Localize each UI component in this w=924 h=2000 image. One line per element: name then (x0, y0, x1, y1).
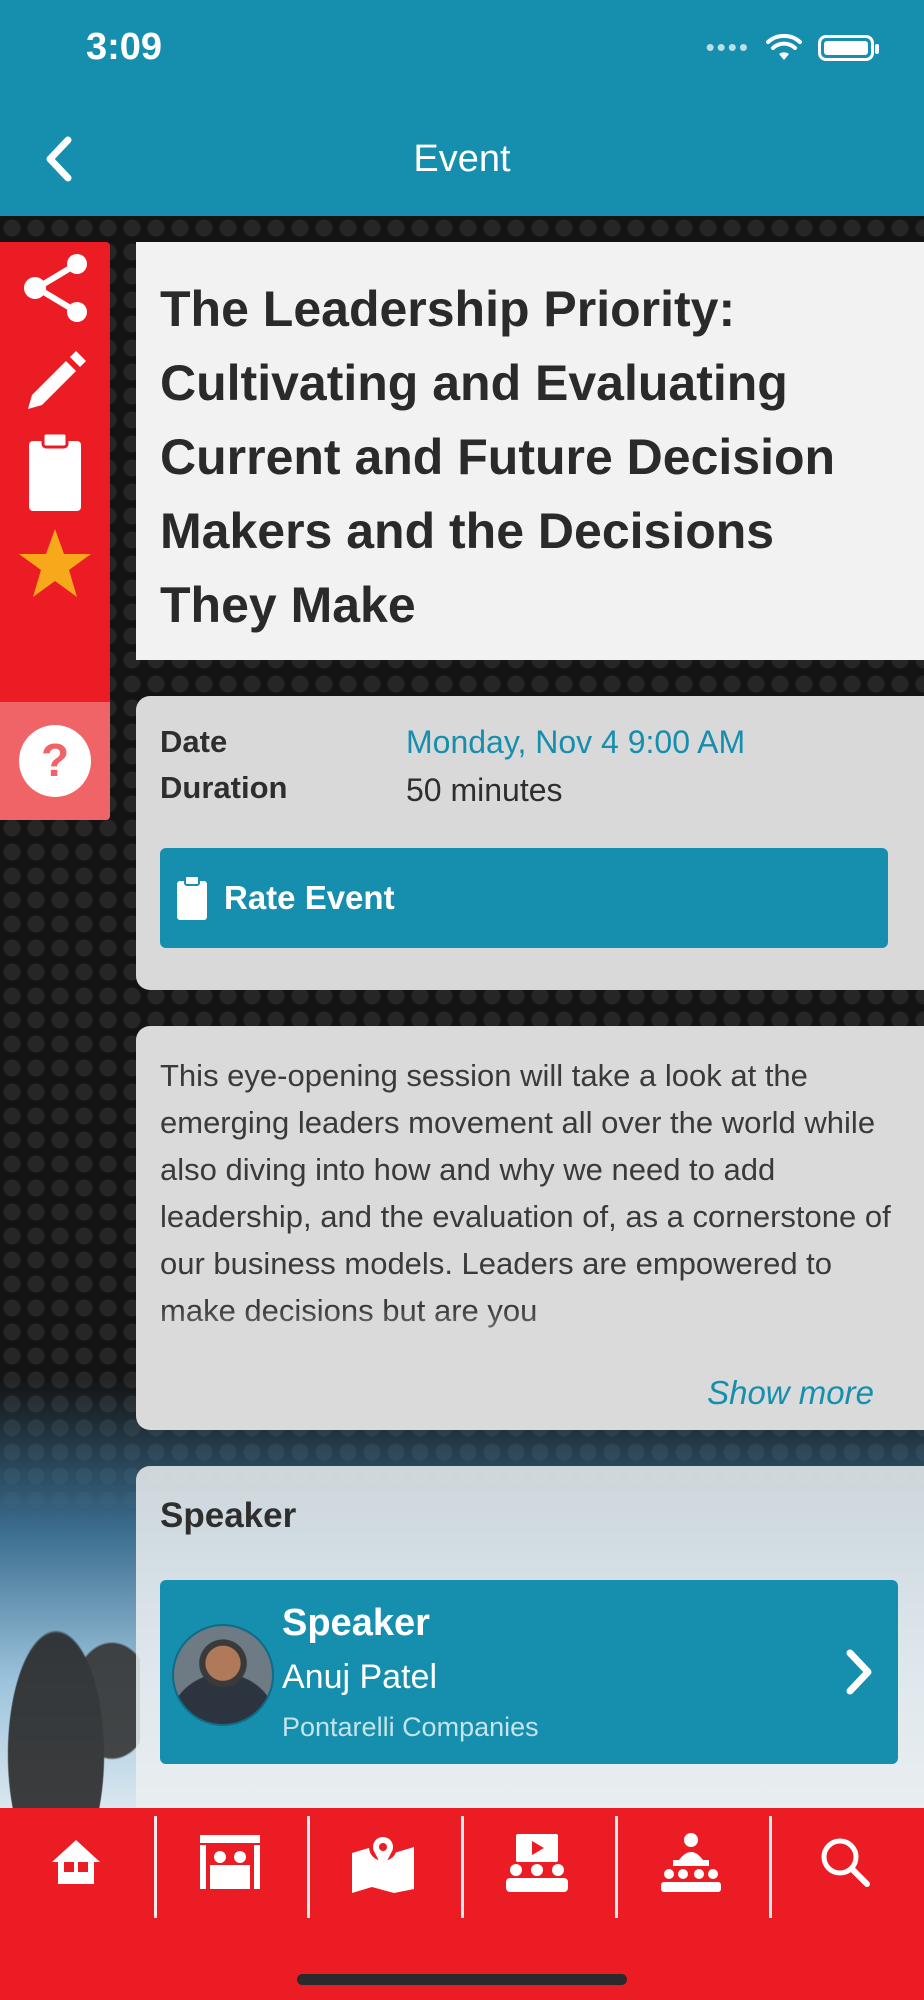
speaker-section: Speaker Speaker Anuj Patel Pontarelli Co… (136, 1466, 924, 1826)
tab-home[interactable] (0, 1812, 152, 1912)
tab-sessions[interactable] (461, 1812, 613, 1912)
bottom-tab-bar (0, 1808, 924, 2000)
share-button[interactable] (0, 242, 110, 334)
signal-icon: •••• (705, 32, 750, 62)
tab-search[interactable] (769, 1812, 921, 1912)
favorite-button[interactable] (0, 518, 110, 610)
event-title: The Leadership Priority: Cultivating and… (160, 281, 836, 633)
speaker-item[interactable]: Speaker Anuj Patel Pontarelli Companies (160, 1580, 898, 1764)
help-icon: ? (19, 725, 91, 797)
speaker-avatar (172, 1624, 274, 1726)
home-icon (52, 1840, 100, 1884)
rate-event-label: Rate Event (224, 879, 395, 916)
description-card: This eye-opening session will take a loo… (136, 1026, 924, 1430)
exhibitor-booth-icon (200, 1835, 260, 1889)
status-time: 3:09 (86, 26, 163, 68)
tab-maps[interactable] (307, 1812, 459, 1912)
tab-speakers[interactable] (615, 1812, 767, 1912)
help-button[interactable]: ? (0, 702, 110, 820)
svg-text:?: ? (41, 734, 69, 786)
map-icon (352, 1833, 414, 1893)
pencil-icon (28, 351, 86, 409)
speaker-company: Pontarelli Companies (282, 1712, 539, 1742)
top-bar: 3:09 •••• Event (0, 0, 924, 216)
battery-icon (818, 34, 879, 61)
survey-button[interactable] (0, 426, 110, 518)
rate-event-button[interactable]: Rate Event (160, 848, 888, 948)
event-info-card: Date Monday, Nov 4 9:00 AM Duration 50 m… (136, 696, 924, 990)
tab-exhibitors[interactable] (154, 1812, 306, 1912)
event-title-card: The Leadership Priority: Cultivating and… (136, 242, 924, 660)
notes-button[interactable] (0, 334, 110, 426)
date-label: Date (160, 724, 228, 759)
duration-value: 50 minutes (406, 772, 563, 808)
wifi-icon (766, 33, 802, 60)
speaker-name: Anuj Patel (282, 1658, 437, 1696)
side-action-rail: ? (0, 242, 110, 820)
speaker-podium-icon (661, 1833, 721, 1892)
search-icon (821, 1838, 870, 1887)
show-more-link[interactable]: Show more (707, 1374, 874, 1412)
clipboard-icon (177, 875, 207, 920)
event-description: This eye-opening session will take a loo… (160, 1058, 891, 1328)
star-icon (19, 529, 91, 597)
video-presentation-icon (506, 1834, 568, 1892)
status-icons: •••• (705, 32, 879, 63)
date-value[interactable]: Monday, Nov 4 9:00 AM (406, 724, 745, 761)
chevron-right-icon (846, 1649, 872, 1695)
page-title: Event (413, 138, 511, 180)
speaker-heading: Speaker (160, 1496, 297, 1535)
speaker-role: Speaker (282, 1602, 430, 1644)
crowd-silhouette (0, 1540, 140, 1808)
share-icon (24, 254, 87, 322)
home-indicator (297, 1974, 627, 1985)
duration-label: Duration (160, 770, 288, 805)
clipboard-icon (29, 431, 81, 511)
